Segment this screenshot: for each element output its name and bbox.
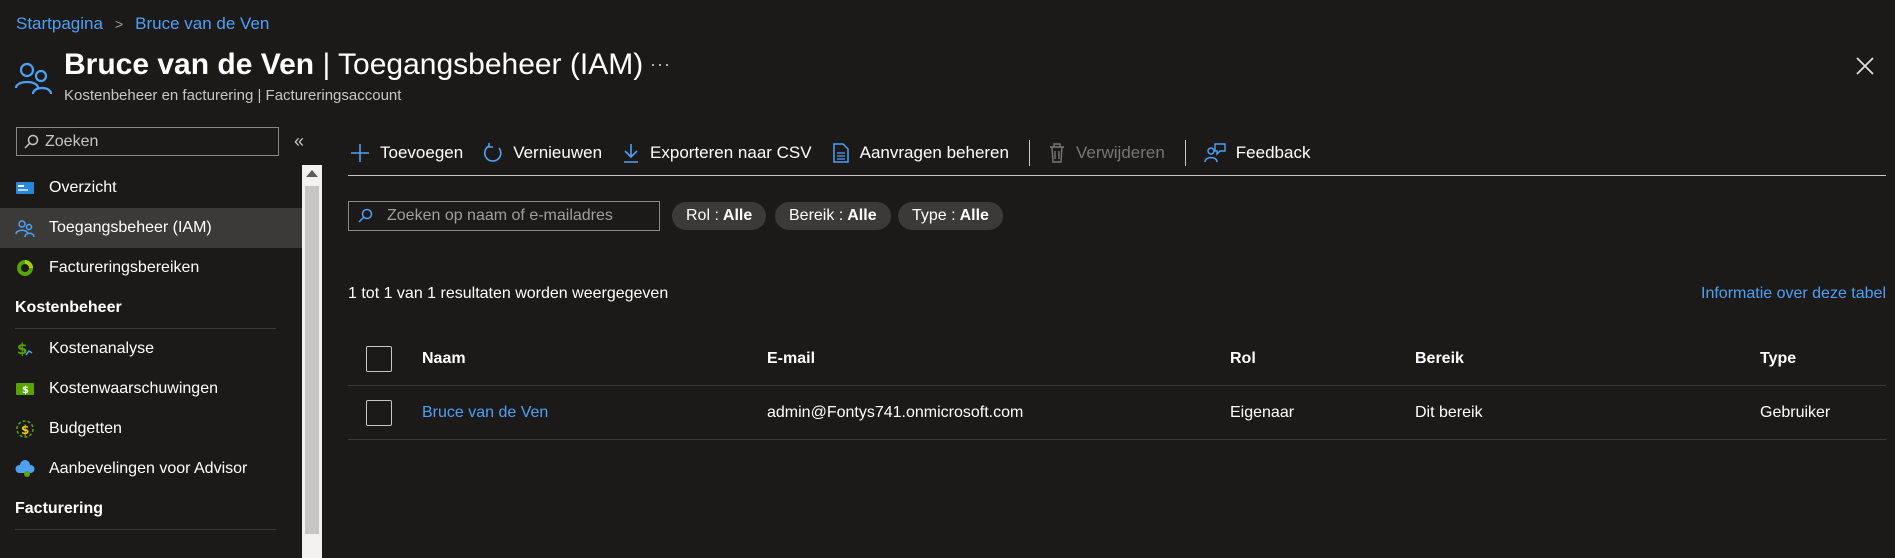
column-header-role[interactable]: Rol	[1230, 350, 1256, 368]
toolbar-separator	[1184, 140, 1186, 166]
role-filter-label: Rol :	[686, 207, 719, 224]
command-bar: Toevoegen Vernieuwen Exporteren naar CSV…	[350, 137, 1330, 169]
manage-requests-button-label: Aanvragen beheren	[859, 143, 1009, 162]
sidebar-section-kostenbeheer: Kostenbeheer	[15, 299, 122, 316]
type-filter-label: Type :	[912, 207, 956, 224]
type-filter-value: Alle	[959, 207, 989, 224]
breadcrumb: Startpagina > Bruce van de Ven	[16, 14, 269, 34]
column-header-name[interactable]: Naam	[422, 350, 466, 368]
cost-analysis-icon: $	[15, 339, 35, 359]
close-icon[interactable]	[1854, 55, 1876, 77]
table-row: Bruce van de Ven admin@Fontys741.onmicro…	[348, 386, 1886, 440]
column-header-email[interactable]: E-mail	[767, 350, 815, 368]
page-title-page: Toegangsbeheer (IAM)	[338, 48, 644, 81]
export-csv-button-label: Exporteren naar CSV	[650, 143, 812, 162]
member-email: admin@Fontys741.onmicrosoft.com	[767, 403, 1024, 421]
refresh-button[interactable]: Vernieuwen	[483, 143, 602, 163]
role-filter-value: Alle	[722, 207, 753, 224]
member-scope: Dit bereik	[1415, 403, 1483, 421]
sidebar-item-kostenanalyse[interactable]: $ Kostenanalyse	[0, 329, 302, 369]
sidebar-section-facturering: Facturering	[15, 500, 104, 517]
sidebar-item-label: Aanbevelingen voor Advisor	[49, 460, 248, 477]
add-button-label: Toevoegen	[380, 143, 464, 162]
refresh-button-label: Vernieuwen	[513, 143, 603, 162]
sidebar-item-label: Overzicht	[49, 179, 117, 196]
type-filter-pill[interactable]: Type : Alle	[898, 202, 1003, 230]
manage-requests-button[interactable]: Aanvragen beheren	[832, 143, 1009, 163]
sidebar-item-budgetten[interactable]: $ Budgetten	[0, 409, 302, 449]
breadcrumb-chevron-icon: >	[114, 16, 124, 32]
scroll-up-arrow-icon[interactable]	[306, 170, 318, 177]
sidebar-item-label: Budgetten	[49, 420, 122, 437]
table-header-row: Naam E-mail Rol Bereik Type	[348, 332, 1886, 386]
member-search-box	[348, 201, 660, 231]
scope-filter-value: Alle	[847, 207, 877, 224]
page-title: Bruce van de Ven | Toegangsbeheer (IAM)	[64, 48, 643, 82]
column-header-scope[interactable]: Bereik	[1415, 350, 1464, 368]
scope-filter-pill[interactable]: Bereik : Alle	[775, 202, 891, 230]
toolbar-divider	[348, 175, 1886, 176]
svg-text:$: $	[22, 385, 29, 396]
collapse-sidebar-button[interactable]: «	[294, 131, 304, 152]
advisor-icon	[15, 459, 35, 479]
sidebar-divider	[15, 529, 276, 530]
billing-scope-icon	[15, 258, 35, 278]
sidebar-nav: Overzicht Toegangsbeheer (IAM) Factureri…	[0, 168, 302, 530]
export-csv-button[interactable]: Exporteren naar CSV	[622, 143, 812, 163]
feedback-icon	[1204, 143, 1226, 163]
trash-icon	[1049, 143, 1064, 163]
page-subtitle: Kostenbeheer en facturering | Facturerin…	[64, 87, 402, 104]
download-icon	[624, 144, 639, 163]
table-info-link[interactable]: Informatie over deze tabel	[1701, 285, 1886, 303]
budget-icon: $	[15, 419, 35, 439]
scope-filter-label: Bereik :	[789, 207, 844, 224]
breadcrumb-home-link[interactable]: Startpagina	[16, 14, 103, 34]
row-checkbox[interactable]	[366, 399, 392, 426]
member-type: Gebruiker	[1760, 403, 1831, 421]
sidebar-item-factureringsbereiken[interactable]: Factureringsbereiken	[0, 248, 302, 288]
svg-text:$: $	[21, 423, 29, 437]
sidebar-item-label: Toegangsbeheer (IAM)	[49, 219, 212, 236]
delete-button-label: Verwijderen	[1075, 143, 1165, 162]
sidebar-item-label: Kostenwaarschuwingen	[49, 380, 218, 397]
sidebar-scrollbar-thumb[interactable]	[305, 186, 319, 534]
sidebar-item-label: Kostenanalyse	[49, 340, 154, 357]
delete-button[interactable]: Verwijderen	[1048, 143, 1165, 163]
role-filter-pill[interactable]: Rol : Alle	[672, 202, 767, 230]
sidebar-search-input[interactable]	[45, 132, 265, 151]
page-title-separator: |	[314, 48, 339, 81]
document-icon	[832, 143, 849, 163]
more-options-button[interactable]: ···	[650, 54, 671, 75]
breadcrumb-current-link[interactable]: Bruce van de Ven	[135, 14, 269, 34]
svg-text:$: $	[17, 340, 27, 358]
page-title-name: Bruce van de Ven	[64, 48, 315, 81]
feedback-button[interactable]: Feedback	[1204, 143, 1311, 163]
search-icon	[358, 208, 373, 223]
feedback-button-label: Feedback	[1235, 143, 1311, 162]
toolbar-separator	[1028, 140, 1030, 166]
sidebar-item-advisor[interactable]: Aanbevelingen voor Advisor	[0, 449, 302, 489]
plus-icon	[351, 144, 369, 162]
people-icon	[15, 218, 35, 238]
sidebar-item-kostenwaarschuwingen[interactable]: $ Kostenwaarschuwingen	[0, 369, 302, 409]
member-search-input[interactable]	[387, 207, 647, 225]
member-role: Eigenaar	[1230, 403, 1295, 421]
sidebar-search-box	[16, 127, 279, 156]
refresh-icon	[484, 143, 502, 162]
column-header-type[interactable]: Type	[1760, 350, 1796, 368]
member-name-link[interactable]: Bruce van de Ven	[422, 404, 548, 422]
sidebar-item-overzicht[interactable]: Overzicht	[0, 168, 302, 208]
sidebar-item-iam[interactable]: Toegangsbeheer (IAM)	[0, 208, 302, 248]
role-assignments-table: Naam E-mail Rol Bereik Type Bruce van de…	[348, 332, 1886, 440]
people-icon	[14, 62, 53, 95]
result-count: 1 tot 1 van 1 resultaten worden weergege…	[348, 285, 669, 302]
add-button[interactable]: Toevoegen	[350, 143, 463, 163]
search-icon	[24, 134, 39, 149]
sidebar-item-label: Factureringsbereiken	[49, 259, 200, 276]
overview-icon	[15, 178, 35, 198]
cost-alert-icon: $	[15, 379, 35, 399]
select-all-checkbox[interactable]	[366, 345, 392, 372]
